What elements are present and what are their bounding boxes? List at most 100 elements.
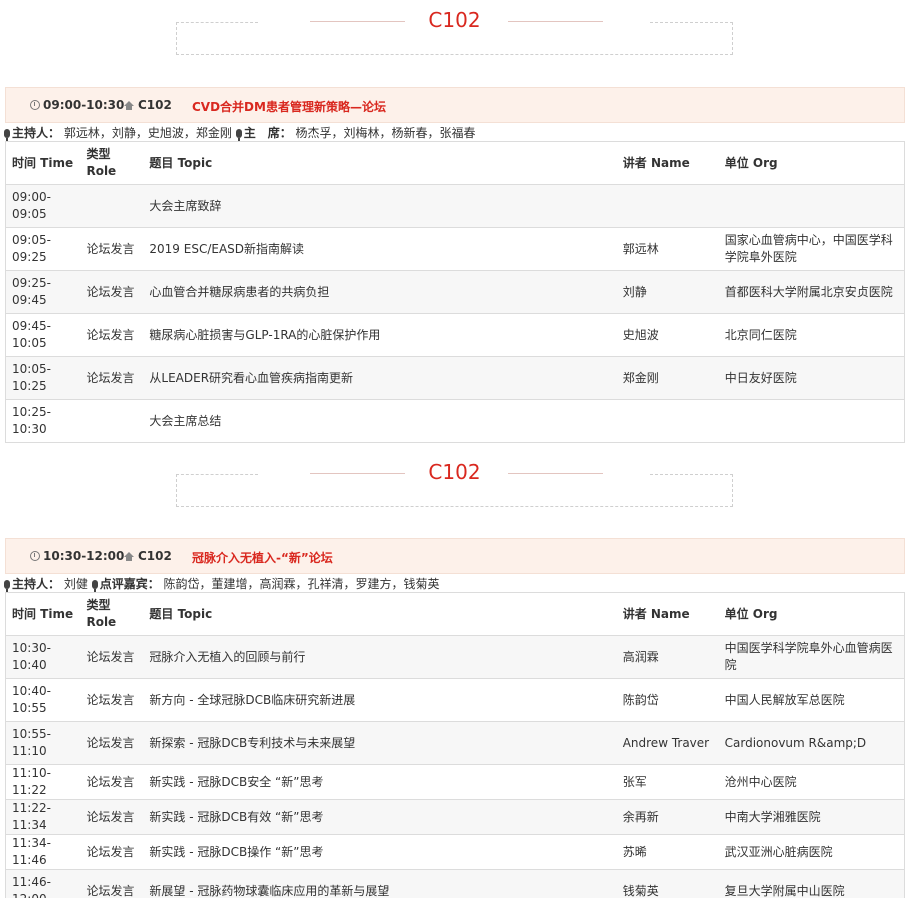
session-title: 冠脉介入无植入-“新”论坛 <box>192 551 333 565</box>
cell-name: Andrew Traver <box>616 721 719 765</box>
cell-topic: 新实践 - 冠脉DCB操作 “新”思考 <box>143 834 617 870</box>
cell-time: 09:05-09:25 <box>5 227 81 271</box>
cell-topic: 新实践 - 冠脉DCB有效 “新”思考 <box>143 799 617 835</box>
cell-topic: 新方向 - 全球冠脉DCB临床研究新进展 <box>143 678 617 722</box>
table-row: 11:46-12:00 论坛发言 新展望 - 冠脉药物球囊临床应用的革新与展望 … <box>5 869 905 898</box>
table-row: 09:25-09:45 论坛发言 心血管合并糖尿病患者的共病负担 刘静 首都医科… <box>5 270 905 314</box>
cell-time: 10:40-10:55 <box>5 678 81 722</box>
session-bar: 09:00-10:30 C102 CVD合并DM患者管理新策略—论坛 <box>5 87 905 123</box>
cell-org: 北京同仁医院 <box>718 313 905 357</box>
room-header: C102 <box>0 452 909 507</box>
col-header-time: 时间 Time <box>5 141 81 185</box>
cell-name <box>616 184 719 228</box>
cell-org: 国家心血管病中心，中国医学科学院阜外医院 <box>718 227 905 271</box>
cell-role: 论坛发言 <box>80 227 144 271</box>
session-room: C102 <box>124 549 172 563</box>
session-room: C102 <box>124 98 172 112</box>
room-header: C102 <box>0 0 909 55</box>
cell-time: 11:46-12:00 <box>5 869 81 898</box>
table-row: 10:55-11:10 论坛发言 新探索 - 冠脉DCB专利技术与未来展望 An… <box>5 721 905 765</box>
clock-icon <box>30 551 40 561</box>
cell-topic: 糖尿病心脏损害与GLP-1RA的心脏保护作用 <box>143 313 617 357</box>
cell-name: 钱菊英 <box>616 869 719 898</box>
hosts-line: 主持人： 郭远林，刘静，史旭波，郑金刚 主 席： 杨杰孚，刘梅林，杨新春，张福春 <box>4 124 476 141</box>
table-row: 09:00-09:05 大会主席致辞 <box>5 184 905 228</box>
cell-name: 陈韵岱 <box>616 678 719 722</box>
frame <box>176 474 733 507</box>
cell-name: 苏晞 <box>616 834 719 870</box>
cell-topic: 从LEADER研究看心血管疾病指南更新 <box>143 356 617 400</box>
hosts-names: 刘健 <box>63 577 88 591</box>
table-row: 11:22-11:34 论坛发言 新实践 - 冠脉DCB有效 “新”思考 余再新… <box>5 799 905 835</box>
col-header-name: 讲者 Name <box>616 141 719 185</box>
cell-time: 09:00-09:05 <box>5 184 81 228</box>
mic-icon <box>235 129 242 141</box>
cell-org <box>718 184 905 228</box>
cell-org: 中国人民解放军总医院 <box>718 678 905 722</box>
cell-time: 10:05-10:25 <box>5 356 81 400</box>
cell-org: Cardionovum R&amp;D <box>718 721 905 765</box>
schedule-table: 时间 Time 类型 Role 题目 Topic 讲者 Name 单位 Org … <box>5 141 905 443</box>
cell-role: 论坛发言 <box>80 764 144 800</box>
col-header-org: 单位 Org <box>718 592 905 636</box>
cell-name: 郭远林 <box>616 227 719 271</box>
cell-name: 史旭波 <box>616 313 719 357</box>
cell-role: 论坛发言 <box>80 635 144 679</box>
cell-topic: 大会主席致辞 <box>143 184 617 228</box>
hosts-line: 主持人： 刘健 点评嘉宾： 陈韵岱，董建增，高润霖，孔祥清，罗建方，钱菊英 <box>4 575 440 592</box>
cell-time: 10:30-10:40 <box>5 635 81 679</box>
table-header-row: 时间 Time 类型 Role 题目 Topic 讲者 Name 单位 Org <box>5 592 905 636</box>
cell-time: 11:34-11:46 <box>5 834 81 870</box>
col-header-org: 单位 Org <box>718 141 905 185</box>
hosts-label: 主持人： <box>12 126 61 140</box>
cell-role: 论坛发言 <box>80 356 144 400</box>
table-row: 10:05-10:25 论坛发言 从LEADER研究看心血管疾病指南更新 郑金刚… <box>5 356 905 400</box>
cell-time: 10:55-11:10 <box>5 721 81 765</box>
cell-role <box>80 184 144 228</box>
mic-icon <box>4 580 10 592</box>
hosts-names: 郭远林，刘静，史旭波，郑金刚 <box>63 126 232 140</box>
commentator-names: 陈韵岱，董建增，高润霖，孔祥清，罗建方，钱菊英 <box>163 577 440 591</box>
commentator-label: 点评嘉宾： <box>99 577 160 591</box>
session-bar: 10:30-12:00 C102 冠脉介入无植入-“新”论坛 <box>5 538 905 574</box>
cell-role <box>80 399 144 443</box>
table-row: 11:10-11:22 论坛发言 新实践 - 冠脉DCB安全 “新”思考 张军 … <box>5 764 905 800</box>
cell-org <box>718 399 905 443</box>
chair-label: 主 席： <box>243 126 292 140</box>
cell-org: 中国医学科学院阜外心血管病医院 <box>718 635 905 679</box>
table-row: 09:05-09:25 论坛发言 2019 ESC/EASD新指南解读 郭远林 … <box>5 227 905 271</box>
cell-topic: 新实践 - 冠脉DCB安全 “新”思考 <box>143 764 617 800</box>
cell-org: 首都医科大学附属北京安贞医院 <box>718 270 905 314</box>
cell-name: 刘静 <box>616 270 719 314</box>
session-time: 09:00-10:30 <box>30 98 124 112</box>
cell-org: 武汉亚洲心脏病医院 <box>718 834 905 870</box>
home-icon <box>124 101 134 110</box>
cell-time: 10:25-10:30 <box>5 399 81 443</box>
frame <box>176 22 733 55</box>
cell-topic: 新展望 - 冠脉药物球囊临床应用的革新与展望 <box>143 869 617 898</box>
cell-topic: 大会主席总结 <box>143 399 617 443</box>
cell-name: 郑金刚 <box>616 356 719 400</box>
col-header-name: 讲者 Name <box>616 592 719 636</box>
col-header-time: 时间 Time <box>5 592 81 636</box>
cell-org: 复旦大学附属中山医院 <box>718 869 905 898</box>
hosts-label: 主持人： <box>12 577 61 591</box>
table-row: 11:34-11:46 论坛发言 新实践 - 冠脉DCB操作 “新”思考 苏晞 … <box>5 834 905 870</box>
mic-icon <box>4 129 10 141</box>
col-header-role: 类型 Role <box>80 141 144 185</box>
cell-name: 高润霖 <box>616 635 719 679</box>
session-title: CVD合并DM患者管理新策略—论坛 <box>192 100 386 114</box>
cell-org: 沧州中心医院 <box>718 764 905 800</box>
cell-topic: 冠脉介入无植入的回顾与前行 <box>143 635 617 679</box>
cell-time: 11:10-11:22 <box>5 764 81 800</box>
cell-topic: 2019 ESC/EASD新指南解读 <box>143 227 617 271</box>
home-icon <box>124 552 134 561</box>
cell-role: 论坛发言 <box>80 869 144 898</box>
cell-time: 09:25-09:45 <box>5 270 81 314</box>
cell-role: 论坛发言 <box>80 678 144 722</box>
session-time: 10:30-12:00 <box>30 549 124 563</box>
table-row: 09:45-10:05 论坛发言 糖尿病心脏损害与GLP-1RA的心脏保护作用 … <box>5 313 905 357</box>
table-header-row: 时间 Time 类型 Role 题目 Topic 讲者 Name 单位 Org <box>5 141 905 185</box>
col-header-role: 类型 Role <box>80 592 144 636</box>
schedule-table: 时间 Time 类型 Role 题目 Topic 讲者 Name 单位 Org … <box>5 592 905 898</box>
